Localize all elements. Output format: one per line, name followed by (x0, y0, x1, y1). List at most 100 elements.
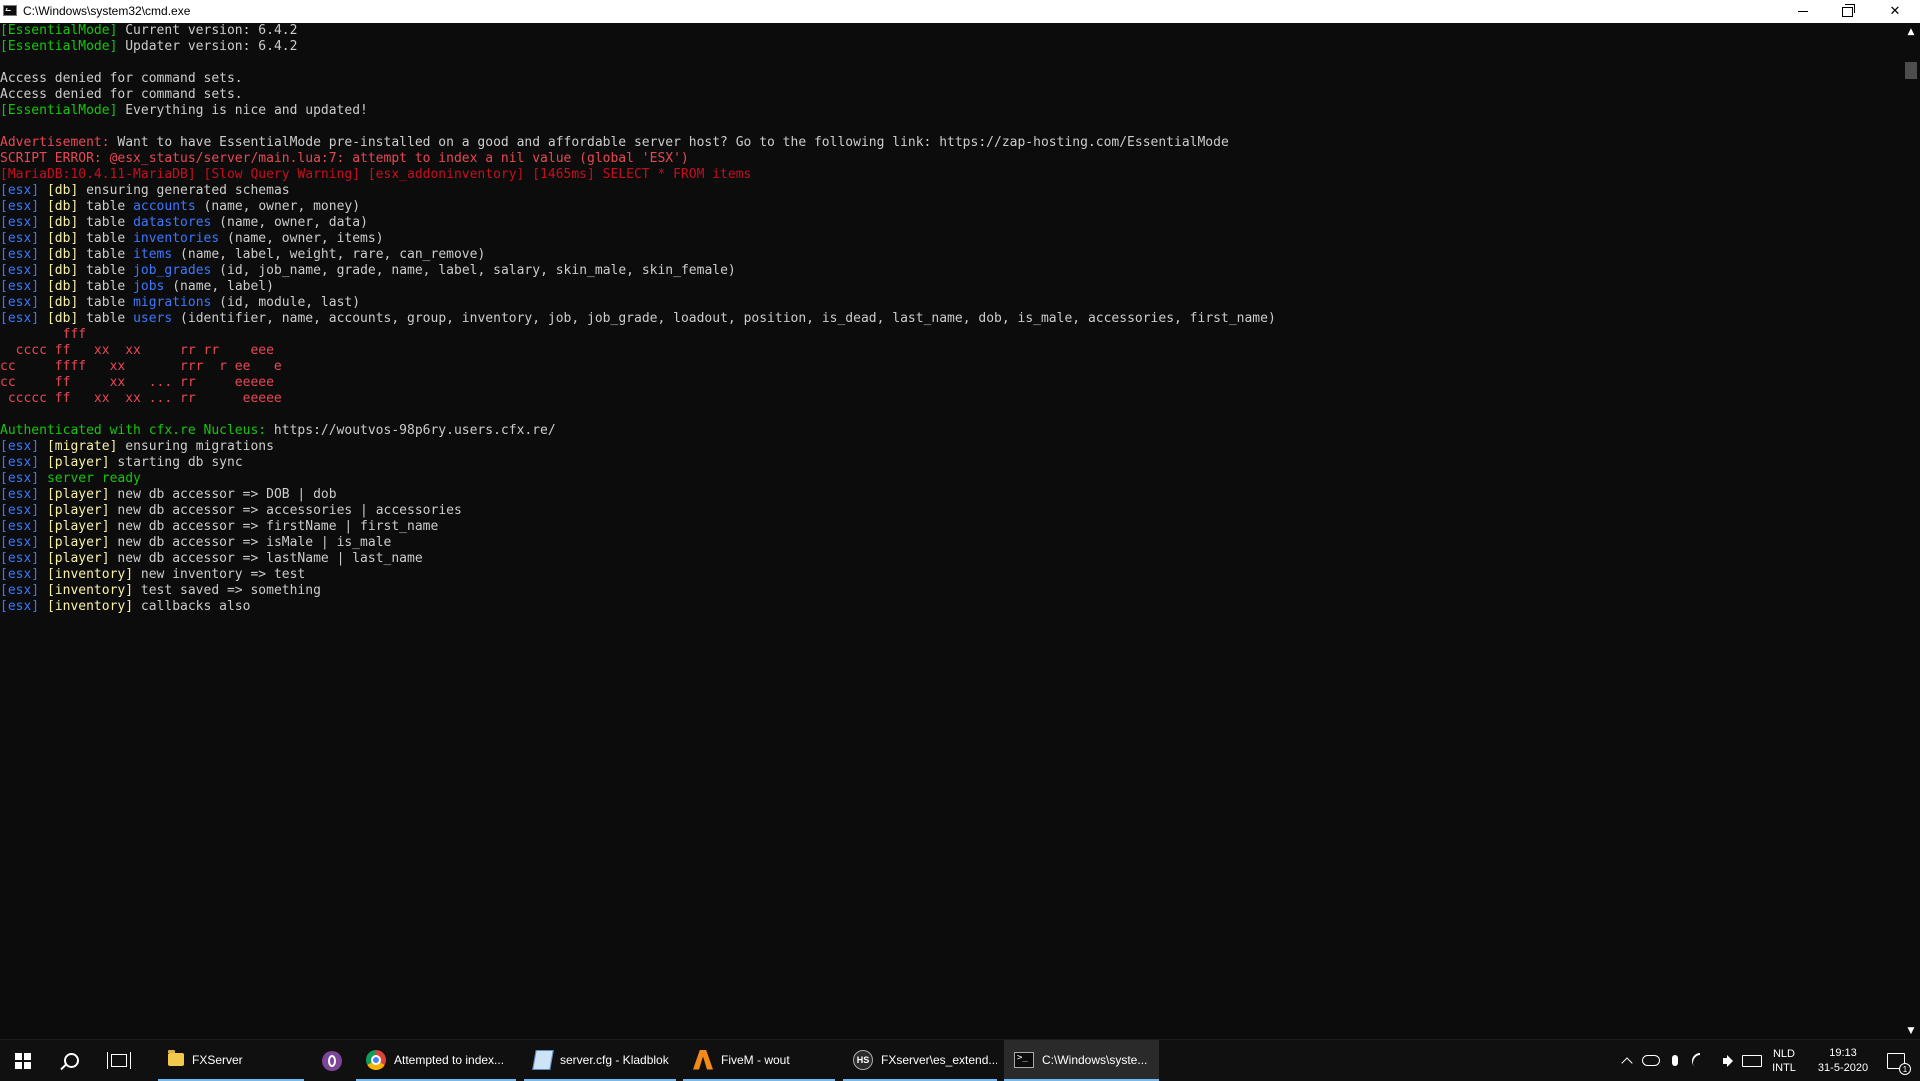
console-output[interactable]: [EssentialMode] Current version: 6.4.2 [E… (0, 23, 1902, 1039)
console-text-segment: [esx] (0, 567, 40, 582)
console-text-segment: table (78, 279, 134, 294)
search-button[interactable] (48, 1040, 94, 1081)
console-text-segment (39, 455, 47, 470)
onedrive-tray-button[interactable] (1639, 1040, 1663, 1081)
console-text-segment (39, 263, 47, 278)
console-text-segment (39, 311, 47, 326)
console-lines: [EssentialMode] Current version: 6.4.2 [E… (0, 23, 1902, 615)
close-icon: ✕ (1889, 4, 1901, 19)
console-text-segment: (name, label) (164, 279, 274, 294)
console-text-segment: Current version: 6.4.2 (117, 23, 298, 38)
console-text-segment: new db accessor => lastName | last_name (109, 551, 423, 566)
tor-browser-icon (322, 1050, 342, 1071)
taskbar-app-fivem[interactable]: FiveM - wout (683, 1040, 835, 1081)
taskbar-app-hs[interactable]: HS FXserver\es_extend... (843, 1040, 997, 1081)
console-text-segment: (id, job_name, grade, name, label, salar… (211, 263, 736, 278)
console-text-segment: (name, owner, items) (219, 231, 384, 246)
console-line: [esx] [db] table inventories (name, owne… (0, 231, 1902, 247)
console-text-segment: new inventory => test (133, 567, 306, 582)
scrollbar-thumb[interactable] (1905, 62, 1917, 79)
windows-logo-icon (15, 1052, 31, 1069)
action-center-button[interactable]: 1 (1872, 1040, 1920, 1081)
console-text-segment (39, 231, 47, 246)
language-code: NLD (1772, 1047, 1795, 1060)
console-text-segment: [esx] (0, 183, 40, 198)
console-line: Access denied for command sets. (0, 87, 1902, 103)
console-text-segment: [MariaDB:10.4.11-MariaDB] [Slow Query Wa… (0, 167, 752, 182)
console-text-segment: [player] (46, 551, 110, 566)
console-text-segment (39, 567, 47, 582)
console-text-segment: [player] (46, 535, 110, 550)
console-line: ccccc ff xx xx ... rr eeeee (0, 391, 1902, 407)
console-line: [esx] [player] new db accessor => DOB | … (0, 487, 1902, 503)
taskbar-app-fxserver[interactable]: FXServer (158, 1040, 304, 1081)
console-text-segment: [inventory] (46, 567, 134, 582)
console-text-segment (39, 599, 47, 614)
touch-keyboard-button[interactable] (1739, 1040, 1765, 1081)
wifi-icon (1688, 1049, 1712, 1072)
notification-badge: 1 (1899, 1062, 1911, 1075)
microphone-tray-button[interactable] (1664, 1040, 1686, 1081)
close-button[interactable]: ✕ (1870, 0, 1920, 23)
console-text-segment: Advertisement: (0, 135, 110, 150)
window-titlebar[interactable]: C:\Windows\system32\cmd.exe ✕ (0, 0, 1920, 24)
console-text-segment: (name, owner, money) (195, 199, 361, 214)
console-text-segment: [esx] (0, 471, 40, 486)
console-text-segment (39, 535, 47, 550)
console-text-segment: new db accessor => accessories | accesso… (109, 503, 462, 518)
console-text-segment: [esx] (0, 279, 40, 294)
taskbar-app-notepad[interactable]: server.cfg - Kladblok (524, 1040, 676, 1081)
scroll-down-button[interactable]: ▼ (1902, 1022, 1920, 1039)
console-text-segment: table (78, 295, 134, 310)
console-line: [esx] [db] table jobs (name, label) (0, 279, 1902, 295)
console-line: Authenticated with cfx.re Nucleus: https… (0, 423, 1902, 439)
scroll-up-button[interactable]: ▲ (1902, 23, 1920, 40)
console-text-segment: test saved => something (133, 583, 321, 598)
console-line: [esx] [db] ensuring generated schemas (0, 183, 1902, 199)
console-line: [esx] server ready (0, 471, 1902, 487)
minimize-icon (1797, 11, 1808, 12)
console-text-segment (39, 183, 47, 198)
console-text-segment: (name, label, weight, rare, can_remove) (172, 247, 486, 262)
console-text-segment: https://woutvos-98p6ry.users.cfx.re/ (266, 423, 556, 438)
volume-tray-button[interactable] (1713, 1040, 1737, 1081)
taskbar-app-chrome[interactable]: Attempted to index... (356, 1040, 516, 1081)
taskbar-app-tor[interactable] (312, 1040, 352, 1081)
console-line: [esx] [db] table users (identifier, name… (0, 311, 1902, 327)
minimize-button[interactable] (1780, 0, 1825, 23)
console-text-segment: [db] (46, 263, 79, 278)
console-line: [EssentialMode] Updater version: 6.4.2 (0, 39, 1902, 55)
console-line: cc ffff xx rrr r ee e (0, 359, 1902, 375)
console-text-segment: items (133, 247, 173, 262)
console-line: [esx] [db] table job_grades (id, job_nam… (0, 263, 1902, 279)
input-language-button[interactable]: NLD INTL (1767, 1040, 1801, 1081)
console-text-segment: Updater version: 6.4.2 (117, 39, 298, 54)
taskbar-app-cmd[interactable]: C:\Windows\syste... (1004, 1040, 1159, 1081)
vertical-scrollbar[interactable]: ▲ ▼ (1902, 23, 1920, 1039)
console-text-segment: [db] (46, 199, 79, 214)
console-line: [esx] [db] table accounts (name, owner, … (0, 199, 1902, 215)
console-line: [esx] [inventory] test saved => somethin… (0, 583, 1902, 599)
task-view-button[interactable] (96, 1040, 142, 1081)
show-hidden-icons-button[interactable] (1616, 1040, 1638, 1081)
taskbar-app-label: FiveM - wout (721, 1052, 790, 1067)
network-tray-button[interactable] (1688, 1040, 1712, 1081)
cmd-icon (3, 5, 17, 16)
console-text-segment (39, 583, 47, 598)
start-button[interactable] (0, 1040, 46, 1081)
clock-button[interactable]: 19:13 31-5-2020 (1803, 1040, 1883, 1081)
console-text-segment: [esx] (0, 263, 40, 278)
restore-button[interactable] (1825, 0, 1870, 23)
console-text-segment (39, 279, 47, 294)
console-text-segment: [inventory] (46, 583, 134, 598)
console-text-segment: callbacks also (133, 599, 251, 614)
console-text-segment: ensuring migrations (117, 439, 274, 454)
search-icon (63, 1053, 79, 1068)
fivem-icon (693, 1049, 713, 1070)
arrow-down-icon: ▼ (1907, 1025, 1915, 1036)
taskbar: FXServer Attempted to index... server.cfg … (0, 1039, 1920, 1081)
console-text-segment: Access denied for command sets. (0, 87, 243, 102)
